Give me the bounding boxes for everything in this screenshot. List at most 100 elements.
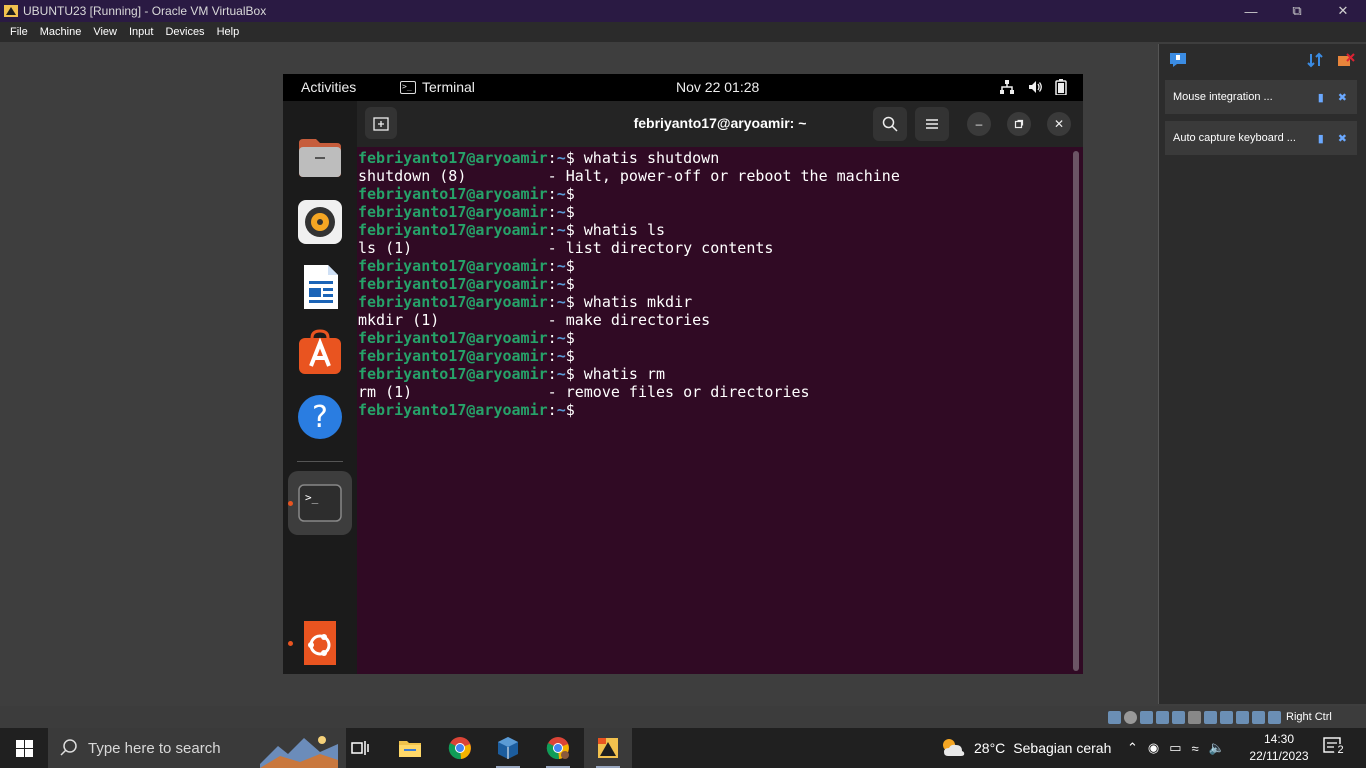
vbox-titlebar: UBUNTU23 [Running] - Oracle VM VirtualBo… [0, 0, 1366, 22]
prompt-colon: : [547, 401, 557, 419]
clock-date: 22/11/2023 [1249, 749, 1309, 763]
terminal-output[interactable]: febriyanto17@aryoamir:~$ whatis shutdown… [357, 147, 1083, 674]
notice-mouse-integration[interactable]: Mouse integration ... ▮ ✖ [1165, 80, 1357, 114]
mouse-integration-icon[interactable] [1252, 710, 1265, 724]
maximize-terminal-button[interactable] [1007, 112, 1031, 136]
system-tray[interactable] [999, 79, 1067, 95]
terminal-prompt-line: febriyanto17@aryoamir:~$ whatis shutdown [358, 149, 1083, 167]
prompt-user-host: febriyanto17@aryoamir [358, 329, 548, 347]
shared-folders-icon[interactable] [1188, 710, 1201, 724]
windows-system-tray: ⌃ ◉ ▭ ≈ 🔈 [1127, 728, 1225, 768]
minimize-icon: – [975, 117, 983, 131]
prompt-path: ~ [556, 257, 566, 275]
network-adapter-icon[interactable] [1156, 710, 1169, 724]
prompt-command: $ [565, 347, 575, 365]
notification-center-button[interactable]: 2 [1322, 736, 1347, 763]
prompt-colon: : [547, 185, 557, 203]
weather-widget[interactable]: 28°C Sebagian cerah [940, 728, 1111, 768]
taskbar-chrome[interactable] [436, 728, 484, 768]
audio-icon[interactable] [1140, 710, 1153, 724]
prompt-path: ~ [556, 329, 566, 347]
topbar-clock[interactable]: Nov 22 01:28 [676, 79, 759, 95]
clear-notifications-icon[interactable] [1337, 52, 1355, 68]
cpu-icon[interactable] [1236, 710, 1249, 724]
app-menu[interactable]: >_ Terminal [400, 79, 475, 95]
prompt-user-host: febriyanto17@aryoamir [358, 347, 548, 365]
taskbar-file-explorer[interactable] [386, 728, 434, 768]
show-hidden-icons-chevron-icon[interactable]: ⌃ [1127, 740, 1138, 756]
optical-drive-icon[interactable] [1124, 710, 1137, 724]
hard-disk-icon[interactable] [1108, 710, 1121, 724]
menu-machine[interactable]: Machine [34, 26, 88, 38]
minimize-button[interactable]: — [1228, 0, 1274, 22]
speaker-icon[interactable]: 🔈 [1209, 740, 1225, 756]
prompt-command: $ [565, 275, 575, 293]
usb-icon[interactable] [1172, 710, 1185, 724]
taskbar-clock[interactable]: 14:30 22/11/2023 [1244, 731, 1314, 765]
prompt-command: $ [565, 257, 575, 275]
files-icon[interactable] [296, 133, 344, 181]
app-center-icon[interactable] [296, 328, 344, 376]
wifi-icon[interactable]: ≈ [1192, 741, 1199, 756]
search-button[interactable] [873, 107, 907, 141]
taskbar-virtualbox-manager[interactable] [484, 728, 532, 768]
notification-count-badge: 2 [1334, 744, 1347, 757]
running-indicator [288, 641, 293, 646]
recording-icon[interactable] [1220, 710, 1233, 724]
close-terminal-button[interactable]: ✕ [1047, 112, 1071, 136]
minimize-terminal-button[interactable]: – [967, 112, 991, 136]
close-notice-icon[interactable]: ✖ [1338, 132, 1347, 145]
terminal-prompt-line: febriyanto17@aryoamir:~$ [358, 185, 1083, 203]
virtualbox-icon [4, 5, 18, 17]
terminal-output-line: mkdir (1) - make directories [358, 311, 711, 329]
terminal-output-line: shutdown (8) - Halt, power-off or reboot… [358, 167, 900, 185]
task-view-button[interactable] [336, 728, 384, 768]
task-view-icon [351, 741, 369, 755]
taskbar-vm-window[interactable] [584, 728, 632, 768]
terminal-icon[interactable]: >_ [296, 479, 344, 527]
search-icon [60, 739, 77, 756]
activities-button[interactable]: Activities [301, 79, 356, 95]
taskbar-chrome-profile[interactable] [534, 728, 582, 768]
chrome-icon [448, 737, 471, 760]
close-button[interactable]: ✕ [1320, 0, 1366, 22]
suppress-notice-icon[interactable]: ▮ [1318, 91, 1324, 104]
suppress-notice-icon[interactable]: ▮ [1318, 132, 1324, 145]
terminal-output-line: ls (1) - list directory contents [358, 239, 774, 257]
menu-help[interactable]: Help [211, 26, 246, 38]
terminal-prompt-line: febriyanto17@aryoamir:~$ [358, 257, 1083, 275]
notice-text: Auto capture keyboard ... [1173, 132, 1296, 144]
display-icon[interactable] [1204, 710, 1217, 724]
help-icon[interactable]: ? [296, 393, 344, 441]
menu-button[interactable] [915, 107, 949, 141]
menu-input[interactable]: Input [123, 26, 159, 38]
menu-file[interactable]: File [4, 26, 34, 38]
taskbar-search-box[interactable]: Type here to search [48, 728, 346, 768]
terminal-scrollbar[interactable] [1073, 151, 1079, 671]
ubuntu-installer-icon[interactable] [296, 619, 344, 667]
prompt-user-host: febriyanto17@aryoamir [358, 203, 548, 221]
clock-time: 14:30 [1263, 732, 1295, 746]
sort-icon[interactable] [1307, 52, 1323, 68]
prompt-colon: : [547, 149, 557, 167]
ubuntu-vm-screen[interactable]: Activities >_ Terminal Nov 22 01:28 ? >_… [283, 74, 1083, 674]
menu-devices[interactable]: Devices [159, 26, 210, 38]
restore-button[interactable]: ⧉ [1274, 0, 1320, 22]
prompt-colon: : [547, 221, 557, 239]
host-key-icon[interactable] [1268, 710, 1281, 724]
notice-auto-capture-keyboard[interactable]: Auto capture keyboard ... ▮ ✖ [1165, 121, 1357, 155]
notification-center-icon[interactable] [1169, 52, 1187, 68]
battery-icon[interactable]: ▭ [1169, 740, 1181, 756]
close-notice-icon[interactable]: ✖ [1338, 91, 1347, 104]
prompt-path: ~ [556, 365, 566, 383]
prompt-path: ~ [556, 401, 566, 419]
start-button[interactable] [0, 728, 48, 768]
prompt-user-host: febriyanto17@aryoamir [358, 275, 548, 293]
libreoffice-writer-icon[interactable] [296, 263, 344, 311]
window-title: UBUNTU23 [Running] - Oracle VM VirtualBo… [23, 4, 267, 18]
menu-view[interactable]: View [87, 26, 123, 38]
search-icon [882, 116, 898, 132]
rhythmbox-icon[interactable] [296, 198, 344, 246]
terminal-small-icon: >_ [400, 80, 416, 94]
webcam-icon[interactable]: ◉ [1148, 740, 1159, 756]
